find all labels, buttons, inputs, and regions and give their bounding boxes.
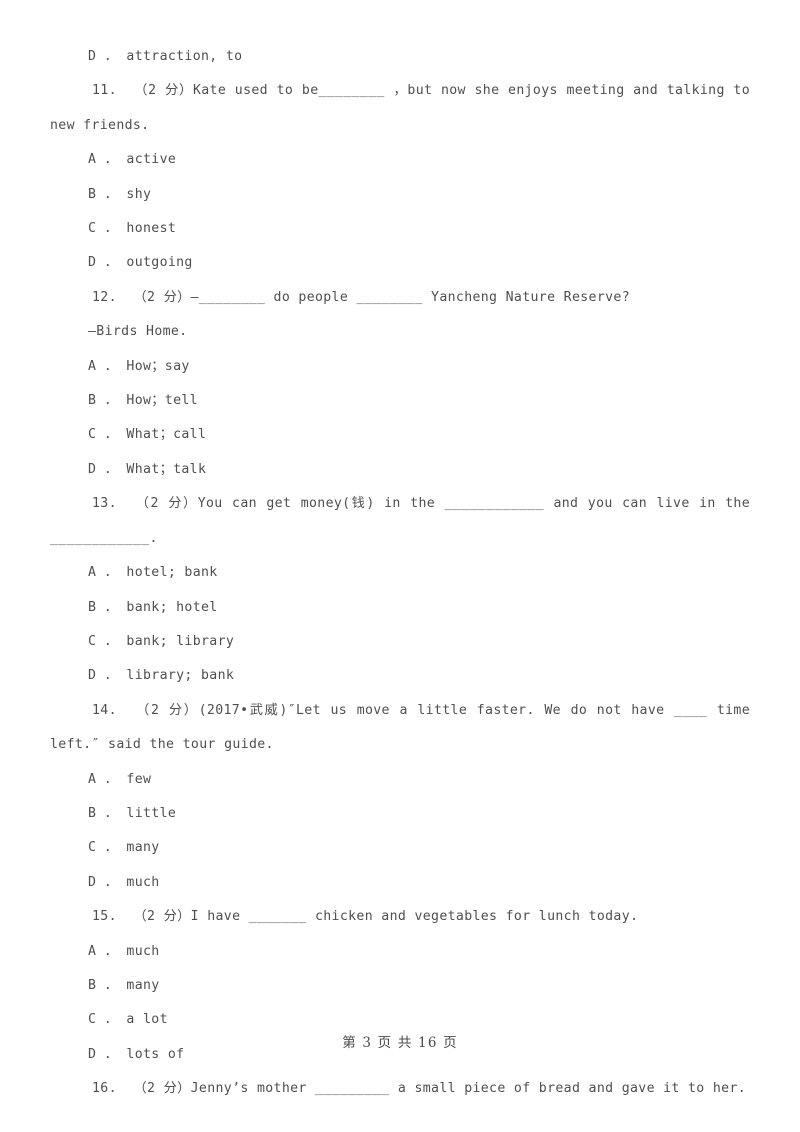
answer-option: C ． What；call	[88, 427, 207, 443]
answer-option: D ． attraction, to	[88, 49, 243, 64]
answer-option: C ． many	[88, 840, 160, 856]
question-stem: 13. （2 分）You can get money(钱) in the ___…	[50, 496, 759, 546]
answer-option: C ． bank; library	[88, 633, 235, 649]
answer-option: B ． many	[88, 977, 160, 993]
answer-option: B ． shy	[88, 186, 152, 202]
answer-option: A ． hotel; bank	[88, 565, 218, 581]
answer-option: A ． active	[88, 152, 177, 168]
question-stem: 16. （2 分）Jenny’s mother _________ a smal…	[92, 1081, 747, 1097]
answer-option: D ． library; bank	[88, 668, 235, 684]
question-stem: 14. （2 分）(2017•武威)″Let us move a little …	[50, 702, 759, 753]
question-stem: 12. （2 分）—________ do people ________ Ya…	[92, 289, 630, 305]
answer-option: A ． How；say	[88, 358, 190, 374]
question-list: D ． attraction, to 11. （2 分）Kate used to …	[50, 40, 750, 1107]
answer-option: B ． How；tell	[88, 393, 198, 409]
answer-option: A ． much	[88, 943, 160, 959]
answer-option: D ． What；talk	[88, 461, 207, 477]
answer-option: B ． bank; hotel	[88, 599, 218, 615]
answer-option: B ． little	[88, 805, 177, 821]
exam-page: D ． attraction, to 11. （2 分）Kate used to …	[0, 0, 800, 1132]
answer-option: C ． honest	[88, 221, 177, 237]
answer-option: D ． much	[88, 874, 160, 890]
answer-option: D ． outgoing	[88, 255, 193, 271]
question-stem: 15. （2 分）I have _______ chicken and vege…	[92, 909, 639, 925]
question-stem: 11. （2 分）Kate used to be________ ，but no…	[50, 83, 759, 133]
answer-option: A ． few	[88, 771, 152, 787]
question-continuation: —Birds Home.	[88, 324, 188, 340]
page-footer: 第 3 页 共 16 页	[342, 1035, 458, 1051]
